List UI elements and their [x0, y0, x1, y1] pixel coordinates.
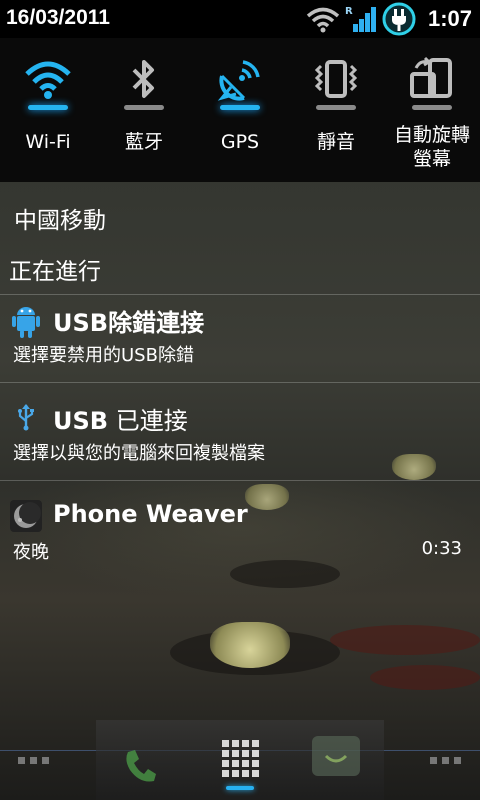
status-date: 16/03/2011 — [6, 6, 110, 29]
left-dots-icon[interactable] — [18, 752, 50, 771]
android-icon — [10, 303, 42, 338]
auto-rotate-icon — [408, 56, 456, 104]
usb-charging-icon — [380, 1, 418, 41]
quick-settings-toggles: Wi-Fi 藍牙 GPS 靜音 自動旋轉 螢幕 — [0, 38, 480, 182]
toggle-auto-rotate-label-line1: 自動旋轉 — [393, 124, 470, 146]
status-time: 1:07 — [427, 6, 472, 31]
wifi-icon — [24, 56, 72, 104]
gps-satellite-icon — [216, 56, 264, 104]
divider — [0, 382, 480, 383]
toggle-gps-label: GPS — [220, 131, 260, 153]
toggle-gps-indicator — [220, 105, 260, 110]
phone-icon[interactable] — [120, 746, 160, 790]
notification-subtitle: 選擇以與您的電腦來回複製檔案 — [13, 443, 265, 464]
notification-title: USB除錯連接 — [53, 309, 205, 337]
toggle-auto-rotate[interactable]: 自動旋轉 螢幕 — [384, 38, 480, 182]
cell-signal-icon: R — [344, 4, 378, 38]
divider — [0, 294, 480, 295]
bluetooth-icon — [120, 56, 168, 104]
notification-usb-debugging[interactable]: USB除錯連接 選擇要禁用的USB除錯 — [0, 301, 480, 371]
toggle-gps[interactable]: GPS — [192, 38, 288, 182]
toggle-silent[interactable]: 靜音 — [288, 38, 384, 182]
notification-title-connected: 已連接 — [108, 407, 188, 435]
usb-icon — [16, 403, 48, 435]
moon-icon — [10, 500, 42, 532]
app-drawer-icon[interactable] — [220, 738, 260, 786]
toggle-silent-indicator — [316, 105, 356, 110]
divider — [0, 480, 480, 481]
toggle-wifi-indicator — [28, 105, 68, 110]
ongoing-section-header: 正在進行 — [9, 259, 101, 285]
status-bar[interactable]: 16/03/2011 R 1:07 — [0, 0, 480, 38]
notification-usb-connected[interactable]: USB 已連接 選擇以與您的電腦來回複製檔案 — [0, 399, 480, 469]
toggle-wifi[interactable]: Wi-Fi — [0, 38, 96, 182]
vibrate-icon — [312, 56, 360, 104]
toggle-auto-rotate-label-line2: 螢幕 — [412, 148, 451, 170]
notification-title-usb: USB — [53, 407, 109, 435]
notification-title: USB 已連接 — [53, 401, 188, 436]
toggle-bluetooth-indicator — [124, 105, 164, 110]
right-dots-icon[interactable] — [430, 752, 462, 771]
carrier-name: 中國移動 — [14, 208, 106, 234]
notification-shade-handle[interactable] — [226, 786, 254, 790]
wifi-signal-icon — [306, 4, 340, 38]
toggle-bluetooth-label: 藍牙 — [124, 131, 163, 153]
svg-text:R: R — [345, 6, 353, 17]
wallpaper-lilypad — [370, 665, 480, 690]
messaging-icon[interactable] — [310, 734, 362, 784]
toggle-auto-rotate-indicator — [412, 105, 452, 110]
toggle-silent-label: 靜音 — [316, 131, 355, 153]
wallpaper-water-lily — [210, 622, 290, 668]
notification-subtitle: 選擇要禁用的USB除錯 — [13, 345, 194, 366]
wallpaper-lilypad — [330, 625, 480, 655]
notification-time: 0:33 — [421, 538, 462, 559]
toggle-bluetooth[interactable]: 藍牙 — [96, 38, 192, 182]
notification-subtitle: 夜晚 — [13, 542, 49, 563]
toggle-wifi-label: Wi-Fi — [25, 131, 71, 153]
notification-title: Phone Weaver — [53, 500, 248, 528]
notification-phone-weaver[interactable]: Phone Weaver 夜晚 0:33 — [0, 498, 480, 568]
